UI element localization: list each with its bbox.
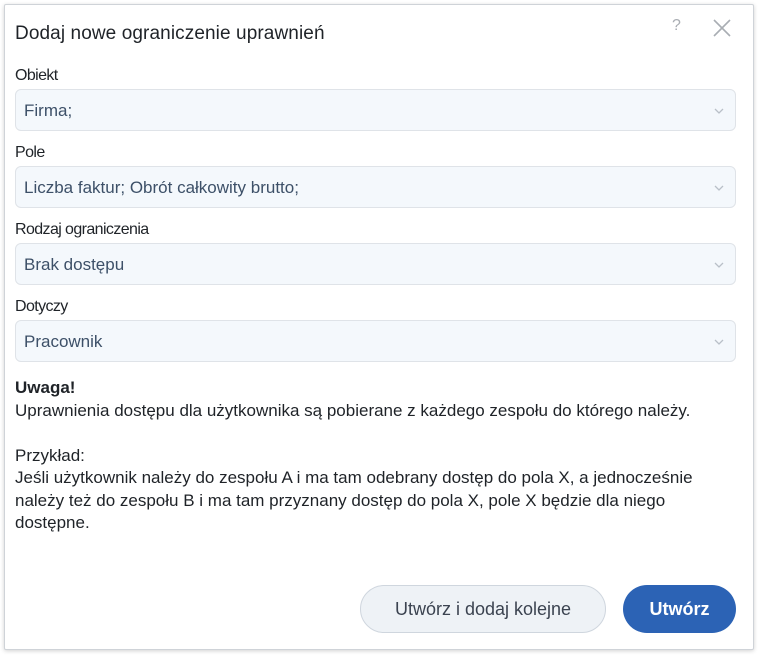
restriction-type-select[interactable]: Brak dostępu [15,243,736,285]
add-permission-restriction-dialog: Dodaj nowe ograniczenie uprawnień ? Obie… [4,4,754,650]
field-label: Pole [15,144,45,161]
restriction-type-select-value: Brak dostępu [24,255,125,274]
help-icon[interactable]: ? [672,17,686,37]
applies-to-label: Dotyczy [15,298,68,315]
chevron-down-icon [714,185,724,191]
dialog-title: Dodaj nowe ograniczenie uprawnień [15,23,325,44]
field-select[interactable]: Liczba faktur; Obrót całkowity brutto; [15,166,736,208]
create-button[interactable]: Utwórz [623,585,736,633]
applies-to-select[interactable]: Pracownik [15,320,736,362]
object-label: Obiekt [15,67,58,84]
field-select-value: Liczba faktur; Obrót całkowity brutto; [24,178,299,197]
example-text: Jeśli użytkownik należy do zespołu A i m… [15,468,693,532]
chevron-down-icon [714,262,724,268]
example-heading: Przykład: [15,445,85,465]
chevron-down-icon [714,339,724,345]
restriction-type-label: Rodzaj ograniczenia [15,221,149,238]
notice-text: Uprawnienia dostępu dla użytkownika są p… [15,400,691,420]
chevron-down-icon [714,108,724,114]
applies-to-select-value: Pracownik [24,332,103,351]
object-select-value: Firma; [24,101,73,120]
notice-heading: Uwaga! [15,378,76,397]
close-icon[interactable] [711,17,733,39]
create-and-add-next-button[interactable]: Utwórz i dodaj kolejne [360,585,606,633]
notice-section: Uwaga! Uprawnienia dostępu dla użytkowni… [15,377,740,535]
object-select[interactable]: Firma; [15,89,736,131]
